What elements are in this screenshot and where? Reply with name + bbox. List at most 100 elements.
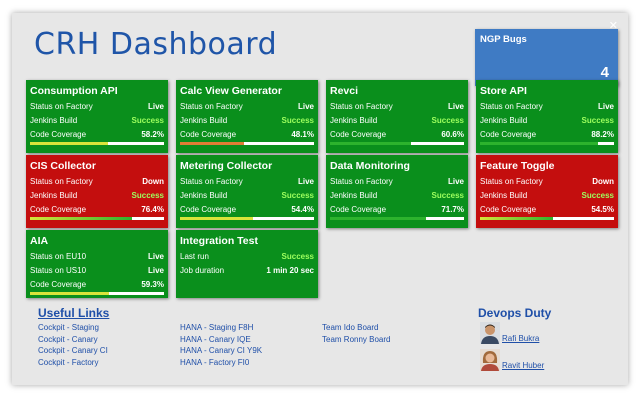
row-value: Success: [581, 191, 614, 200]
row-label: Status on US10: [30, 266, 87, 275]
card-title: Data Monitoring: [330, 160, 410, 172]
coverage-bar-fill: [30, 292, 110, 295]
service-card[interactable]: AIA Status on EU10 Live Status on US10 Live C…: [26, 230, 168, 298]
card-row: Status on Factory Live: [330, 175, 464, 189]
card-row: Code Coverage 71.7%: [330, 203, 464, 217]
link-hana-factory[interactable]: HANA - Factory FI0: [180, 357, 262, 369]
card-row: Status on US10 Live: [30, 264, 164, 278]
row-value: 76.4%: [141, 205, 164, 214]
link-cockpit-canary-ci[interactable]: Cockpit - Canary CI: [38, 345, 108, 357]
service-card[interactable]: Feature Toggle Status on Factory Down Jenki…: [476, 155, 618, 228]
coverage-bar: [30, 292, 164, 295]
service-card[interactable]: Integration Test Last run Success Job durat…: [176, 230, 318, 298]
card-row: Status on Factory Down: [30, 175, 164, 189]
row-value: 60.6%: [441, 130, 464, 139]
row-label: Jenkins Build: [480, 116, 528, 125]
coverage-bar: [480, 217, 614, 220]
card-title: Feature Toggle: [480, 160, 555, 172]
card-row: Code Coverage 60.6%: [330, 128, 464, 142]
row-label: Jenkins Build: [180, 116, 228, 125]
row-label: Jenkins Build: [330, 191, 378, 200]
card-row: Status on EU10 Live: [30, 250, 164, 264]
row-label: Jenkins Build: [30, 116, 78, 125]
row-value: Success: [431, 191, 464, 200]
row-value: 1 min 20 sec: [266, 266, 314, 275]
service-card[interactable]: Metering Collector Status on Factory Live J…: [176, 155, 318, 228]
card-row: Jenkins Build Success: [480, 114, 614, 128]
service-card[interactable]: Store API Status on Factory Live Jenkins Bu…: [476, 80, 618, 153]
row-value: Live: [297, 177, 314, 186]
row-label: Code Coverage: [30, 130, 87, 139]
coverage-bar-fill: [330, 142, 412, 145]
link-cockpit-canary[interactable]: Cockpit - Canary: [38, 334, 108, 346]
coverage-bar: [30, 217, 164, 220]
coverage-bar: [330, 217, 464, 220]
row-value: 59.3%: [141, 280, 164, 289]
card-row: Code Coverage 76.4%: [30, 203, 164, 217]
row-label: Jenkins Build: [480, 191, 528, 200]
row-label: Code Coverage: [480, 130, 537, 139]
coverage-bar-fill: [30, 217, 133, 220]
row-value: Live: [147, 266, 164, 275]
male-avatar-icon: [480, 322, 500, 344]
row-value: 48.1%: [291, 130, 314, 139]
row-label: Code Coverage: [30, 205, 87, 214]
card-row: Code Coverage 54.4%: [180, 203, 314, 217]
coverage-bar-fill: [180, 142, 245, 145]
link-hana-staging[interactable]: HANA - Staging F8H: [180, 322, 262, 334]
links-column-hana: HANA - Staging F8H HANA - Canary IQE HAN…: [180, 322, 262, 368]
row-value: Live: [147, 252, 164, 261]
devops-person-2: Ravit Huber: [480, 349, 544, 371]
service-card[interactable]: Consumption API Status on Factory Live Jenk…: [26, 80, 168, 153]
row-value: Live: [447, 177, 464, 186]
coverage-bar-fill: [330, 217, 427, 220]
devops-person-name[interactable]: Rafi Bukra: [502, 334, 539, 343]
ngp-bugs-tile[interactable]: NGP Bugs 4: [475, 29, 618, 86]
row-label: Jenkins Build: [330, 116, 378, 125]
link-hana-canary-ci[interactable]: HANA - Canary CI Y9K: [180, 345, 262, 357]
card-title: AIA: [30, 235, 49, 247]
devops-person-1: Rafi Bukra: [480, 322, 539, 344]
row-label: Job duration: [180, 266, 225, 275]
row-label: Status on Factory: [30, 177, 93, 186]
row-label: Jenkins Build: [180, 191, 228, 200]
row-value: Success: [131, 116, 164, 125]
card-row: Jenkins Build Success: [30, 189, 164, 203]
card-title: CIS Collector: [30, 160, 96, 172]
row-value: 88.2%: [591, 130, 614, 139]
service-card[interactable]: Revci Status on Factory Live Jenkins Build S…: [326, 80, 468, 153]
card-row: Code Coverage 54.5%: [480, 203, 614, 217]
row-value: Success: [581, 116, 614, 125]
link-cockpit-staging[interactable]: Cockpit - Staging: [38, 322, 108, 334]
row-value: 58.2%: [141, 130, 164, 139]
card-row: Status on Factory Live: [180, 175, 314, 189]
link-team-ronny-board[interactable]: Team Ronny Board: [322, 334, 390, 346]
card-title: Metering Collector: [180, 160, 273, 172]
row-value: 54.5%: [591, 205, 614, 214]
card-row: Jenkins Build Success: [30, 114, 164, 128]
row-value: Live: [147, 102, 164, 111]
links-column-cockpit: Cockpit - Staging Cockpit - Canary Cockp…: [38, 322, 108, 368]
row-value: 54.4%: [291, 205, 314, 214]
row-value: Live: [447, 102, 464, 111]
devops-person-name[interactable]: Ravit Huber: [502, 361, 544, 370]
coverage-bar: [480, 142, 614, 145]
link-cockpit-factory[interactable]: Cockpit - Factory: [38, 357, 108, 369]
row-value: Down: [142, 177, 164, 186]
service-card[interactable]: Data Monitoring Status on Factory Live Jenk…: [326, 155, 468, 228]
link-hana-canary[interactable]: HANA - Canary IQE: [180, 334, 262, 346]
link-team-ido-board[interactable]: Team Ido Board: [322, 322, 390, 334]
coverage-bar: [180, 217, 314, 220]
row-label: Status on Factory: [330, 102, 393, 111]
coverage-bar: [330, 142, 464, 145]
card-row: Jenkins Build Success: [480, 189, 614, 203]
coverage-bar-fill: [30, 142, 108, 145]
coverage-bar-fill: [180, 217, 253, 220]
row-label: Code Coverage: [330, 130, 387, 139]
ngp-bugs-label: NGP Bugs: [480, 34, 527, 45]
useful-links-heading[interactable]: Useful Links: [38, 306, 109, 320]
service-card[interactable]: CIS Collector Status on Factory Down Jenkin…: [26, 155, 168, 228]
card-row: Job duration 1 min 20 sec: [180, 264, 314, 278]
service-card[interactable]: Calc View Generator Status on Factory Live…: [176, 80, 318, 153]
ngp-bugs-count: 4: [600, 64, 609, 81]
